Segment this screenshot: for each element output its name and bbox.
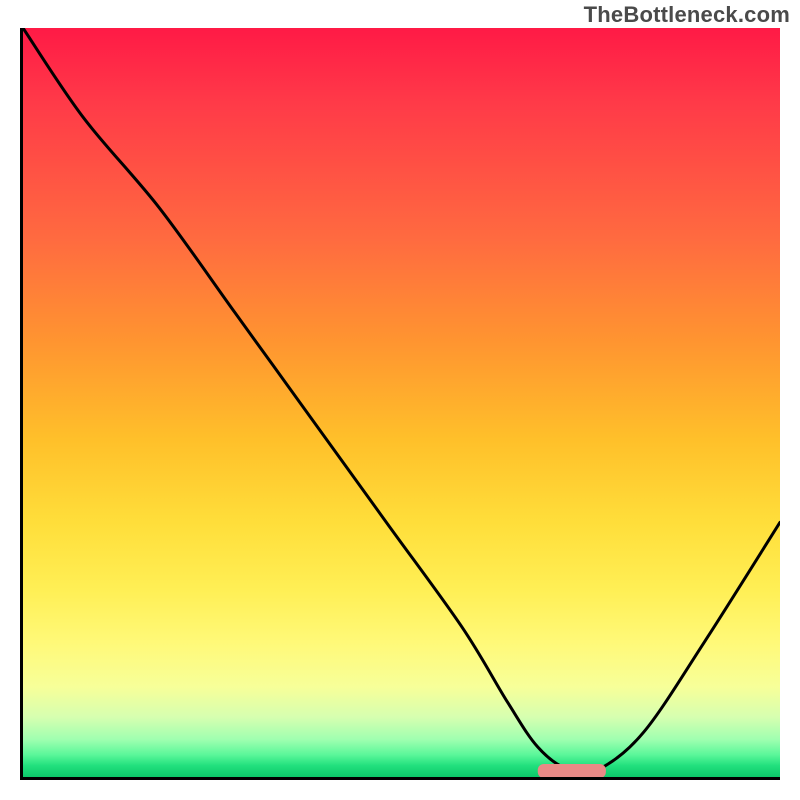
optimal-marker (538, 764, 606, 777)
chart-svg (23, 28, 780, 777)
bottleneck-curve (23, 28, 780, 773)
chart-container: TheBottleneck.com (0, 0, 800, 800)
watermark-text: TheBottleneck.com (584, 2, 790, 28)
plot-area (20, 28, 780, 780)
